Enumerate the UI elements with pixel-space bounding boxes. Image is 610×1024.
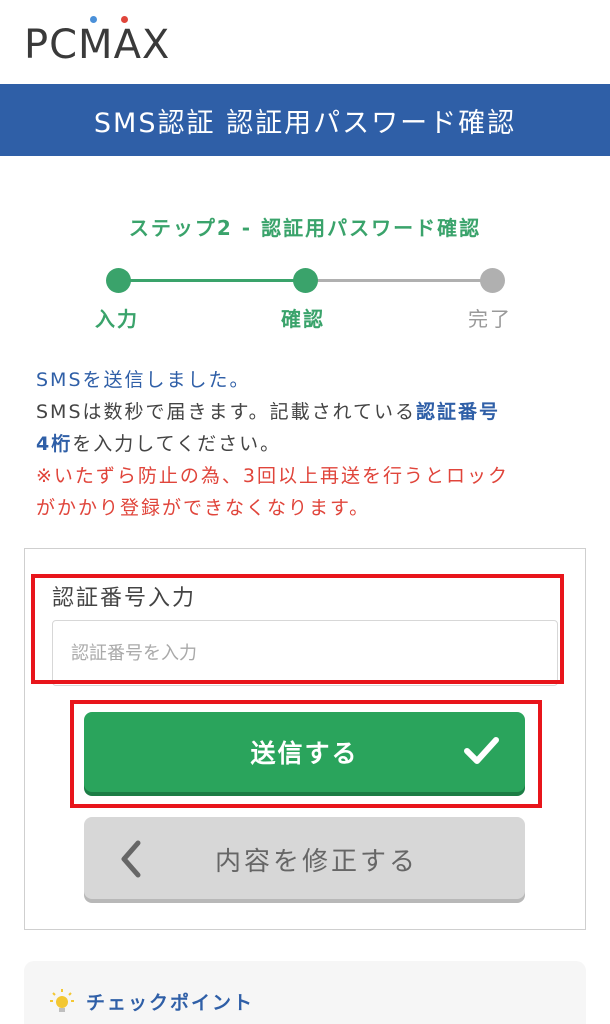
app-header: PCMAX xyxy=(0,0,610,84)
code-field-label: 認証番号入力 xyxy=(52,586,197,611)
page-title: SMS認証 認証用パスワード確認 xyxy=(93,107,517,139)
page-title-bar: SMS認証 認証用パスワード確認 xyxy=(0,84,610,156)
step-dot-confirm xyxy=(293,268,318,293)
sms-sent-message: SMSを送信しました。 xyxy=(36,369,251,391)
logo-dot-red xyxy=(121,16,128,23)
logo-dot-blue xyxy=(90,16,97,23)
digit-count-highlight: 4桁 xyxy=(36,433,73,455)
checkpoint-title: チェックポイント xyxy=(86,992,255,1014)
logo-text: PCMAX xyxy=(24,22,171,68)
digits-note-text: を入力してください。 xyxy=(72,433,282,455)
step-dot-complete xyxy=(480,268,505,293)
step-label-confirm: 確認 xyxy=(281,307,325,331)
edit-button-label: 内容を修正する xyxy=(214,846,418,876)
sms-delivery-note: SMSは数秒で届きます。記載されている認証番号 xyxy=(36,396,586,428)
step-dot-input xyxy=(106,268,131,293)
delivery-note-text: SMSは数秒で届きます。記載されている xyxy=(36,401,417,423)
sms-info-text: SMSを送信しました。 SMSは数秒で届きます。記載されている認証番号 4桁を入… xyxy=(36,364,586,524)
stepper-line-completed xyxy=(118,279,305,282)
checkmark-icon xyxy=(461,730,501,773)
edit-back-button[interactable]: 内容を修正する xyxy=(84,817,525,899)
step-label-input: 入力 xyxy=(95,307,139,331)
warning-line-2: がかかり登録ができなくなります。 xyxy=(36,497,371,519)
verification-code-input[interactable] xyxy=(52,620,558,686)
pcmax-logo[interactable]: PCMAX xyxy=(24,16,171,68)
submit-button[interactable]: 送信する xyxy=(84,712,525,792)
lightbulb-icon xyxy=(50,989,74,1019)
step-title: ステップ2 - 認証用パスワード確認 xyxy=(128,216,482,240)
stepper-line-pending xyxy=(305,279,492,282)
digits-note: 4桁を入力してください。 xyxy=(36,428,586,460)
step-label-complete: 完了 xyxy=(468,307,512,331)
submit-button-label: 送信する xyxy=(250,740,359,768)
warning-line-1: ※いたずら防止の為、3回以上再送を行うとロック xyxy=(36,465,510,487)
code-highlight: 認証番号 xyxy=(416,401,501,423)
